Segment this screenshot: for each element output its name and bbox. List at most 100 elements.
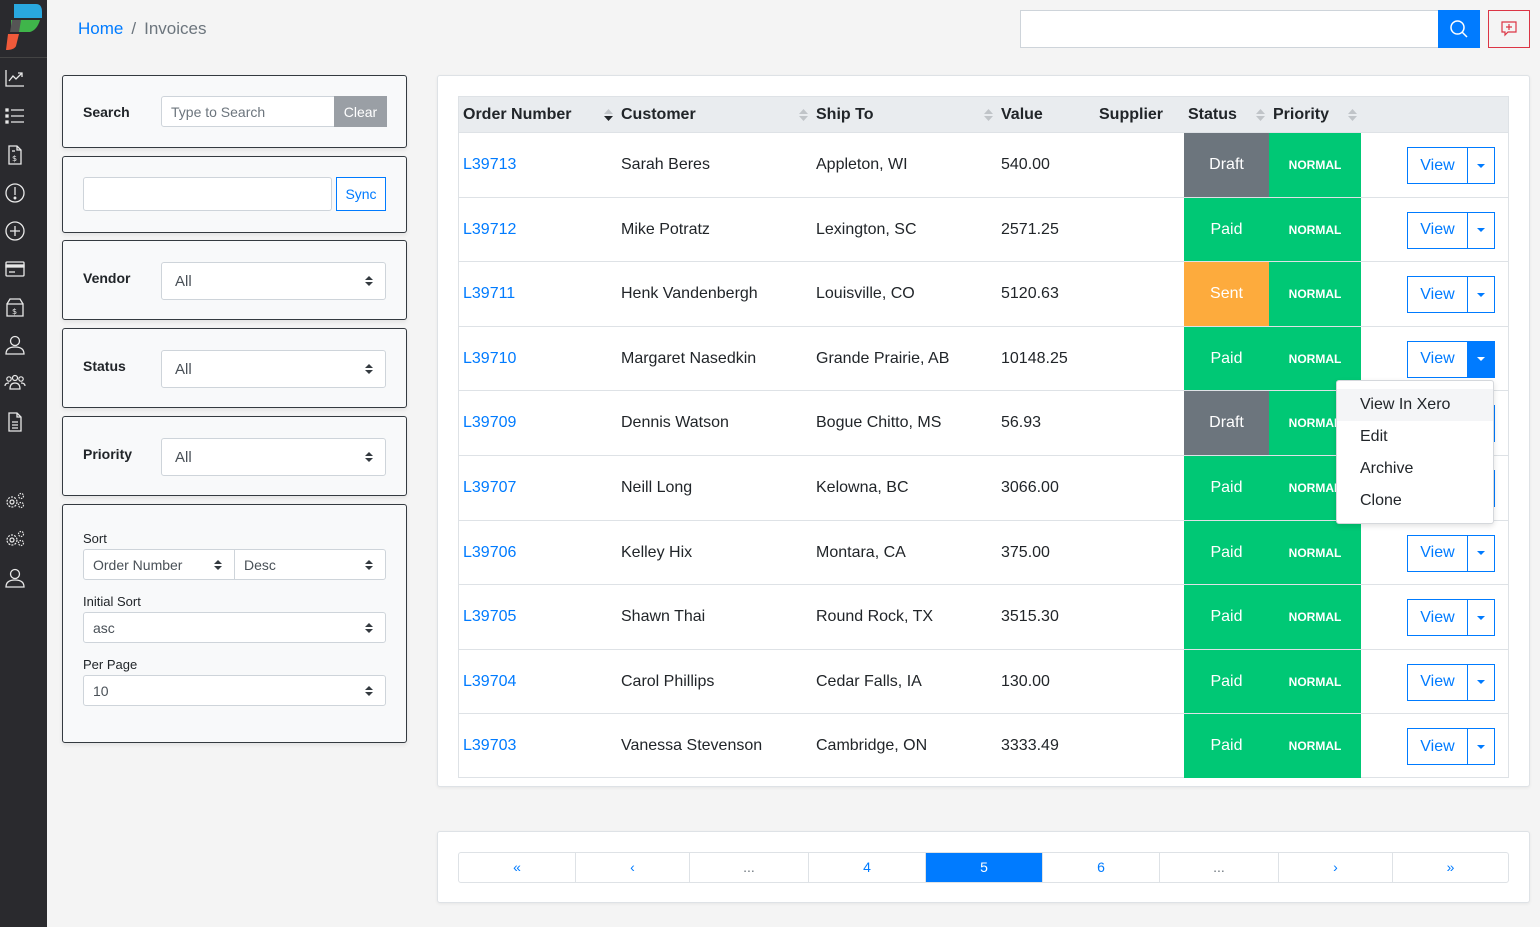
- app-logo[interactable]: [4, 4, 42, 50]
- column-header-supplier[interactable]: Supplier: [1099, 97, 1163, 132]
- initial-sort-select[interactable]: asc: [83, 612, 386, 643]
- credit-card-icon[interactable]: [4, 258, 26, 280]
- column-header-customer[interactable]: Customer: [621, 97, 696, 132]
- view-button[interactable]: View: [1407, 534, 1468, 572]
- sync-input[interactable]: [83, 177, 332, 211]
- view-button[interactable]: View: [1407, 147, 1468, 184]
- order-number-link[interactable]: L39705: [463, 585, 516, 649]
- priority-badge: NORMAL: [1269, 520, 1361, 585]
- svg-text:$: $: [12, 307, 17, 316]
- table-row: L39705 Shawn Thai Round Rock, TX 3515.30 Pai…: [459, 584, 1508, 650]
- ship-to-cell: Montara, CA: [816, 543, 906, 561]
- view-dropdown-toggle[interactable]: [1467, 147, 1495, 184]
- row-actions-dropdown: View In Xero Edit Archive Clone: [1336, 380, 1494, 524]
- menu-item-edit[interactable]: Edit: [1337, 421, 1493, 453]
- page-first[interactable]: «: [459, 853, 576, 882]
- gears-icon[interactable]: [4, 528, 26, 550]
- box-dollar-icon[interactable]: $: [4, 296, 26, 318]
- per-page-select[interactable]: 10: [83, 675, 386, 706]
- sort-icon[interactable]: [799, 108, 808, 122]
- view-dropdown-toggle[interactable]: [1467, 534, 1495, 572]
- order-number-link[interactable]: L39711: [463, 262, 515, 326]
- menu-item-clone[interactable]: Clone: [1337, 485, 1493, 517]
- view-dropdown-toggle[interactable]: [1467, 340, 1495, 378]
- view-dropdown-toggle[interactable]: [1467, 276, 1495, 314]
- page-6[interactable]: 6: [1043, 853, 1160, 882]
- feedback-button[interactable]: [1488, 10, 1530, 48]
- priority-select[interactable]: All: [161, 438, 386, 476]
- page-5-current[interactable]: 5: [926, 853, 1043, 882]
- view-button[interactable]: View: [1407, 728, 1468, 766]
- sync-button[interactable]: Sync: [336, 177, 386, 211]
- view-button-group: View: [1407, 211, 1495, 249]
- sort-desc-icon[interactable]: [604, 108, 613, 122]
- order-number-link[interactable]: L39713: [463, 133, 516, 197]
- sort-icon[interactable]: [984, 108, 993, 122]
- view-dropdown-toggle[interactable]: [1467, 728, 1495, 766]
- list-icon[interactable]: [4, 105, 26, 127]
- select-caret-icon: [214, 559, 222, 570]
- breadcrumb-home-link[interactable]: Home: [78, 19, 123, 38]
- view-button[interactable]: View: [1407, 211, 1468, 249]
- view-dropdown-toggle[interactable]: [1467, 599, 1495, 637]
- menu-item-archive[interactable]: Archive: [1337, 453, 1493, 485]
- value-cell: 3515.30: [1001, 608, 1059, 626]
- column-header-order-number[interactable]: Order Number: [463, 97, 571, 132]
- breadcrumb: Home / Invoices: [78, 19, 206, 39]
- column-header-value[interactable]: Value: [1001, 97, 1043, 132]
- plus-circle-icon[interactable]: [4, 220, 26, 242]
- customer-cell: Kelley Hix: [621, 543, 693, 561]
- page-next[interactable]: ›: [1279, 853, 1393, 882]
- sort-icon[interactable]: [1256, 108, 1265, 122]
- sort-direction-select[interactable]: Desc: [234, 549, 386, 580]
- value-cell: 375.00: [1001, 543, 1050, 561]
- order-number-link[interactable]: L39710: [463, 327, 516, 391]
- sort-field-select[interactable]: Order Number: [83, 549, 235, 580]
- order-number-link[interactable]: L39704: [463, 650, 516, 714]
- order-number-link[interactable]: L39712: [463, 198, 516, 262]
- document-icon[interactable]: [4, 411, 26, 433]
- value-cell: 10148.25: [1001, 349, 1068, 367]
- order-number-link[interactable]: L39706: [463, 521, 516, 585]
- column-header-status[interactable]: Status: [1188, 97, 1237, 132]
- select-caret-icon: [365, 364, 373, 374]
- view-button-group: View: [1407, 728, 1495, 766]
- search-input[interactable]: Type to Search: [161, 96, 335, 127]
- view-dropdown-toggle[interactable]: [1467, 211, 1495, 249]
- ship-to-cell: Louisville, CO: [816, 285, 915, 303]
- order-number-link[interactable]: L39703: [463, 714, 516, 778]
- global-search-input[interactable]: [1020, 10, 1438, 48]
- vendor-select[interactable]: All: [161, 262, 386, 300]
- gears-icon[interactable]: [4, 490, 26, 512]
- view-button[interactable]: View: [1407, 276, 1468, 314]
- global-search-button[interactable]: [1438, 10, 1480, 48]
- vendor-label: Vendor: [83, 270, 131, 286]
- invoice-dollar-icon[interactable]: $: [4, 144, 26, 166]
- order-number-link[interactable]: L39709: [463, 391, 516, 455]
- status-select[interactable]: All: [161, 350, 386, 388]
- column-header-priority[interactable]: Priority: [1273, 97, 1329, 132]
- users-icon[interactable]: [4, 372, 26, 394]
- page-prev[interactable]: ‹: [576, 853, 690, 882]
- sort-icon[interactable]: [1348, 108, 1357, 122]
- view-button[interactable]: View: [1407, 340, 1468, 378]
- select-caret-icon: [365, 276, 373, 286]
- column-header-ship-to[interactable]: Ship To: [816, 97, 873, 132]
- order-number-link[interactable]: L39707: [463, 456, 516, 520]
- menu-item-view-in-xero[interactable]: View In Xero: [1337, 389, 1493, 421]
- view-button[interactable]: View: [1407, 599, 1468, 637]
- priority-select-value: All: [175, 448, 192, 466]
- customer-cell: Shawn Thai: [621, 608, 706, 626]
- status-badge: Paid: [1184, 649, 1269, 714]
- view-dropdown-toggle[interactable]: [1467, 663, 1495, 701]
- chart-line-icon[interactable]: [4, 67, 26, 89]
- page-last[interactable]: »: [1393, 853, 1508, 882]
- view-button[interactable]: View: [1407, 663, 1468, 701]
- customer-cell: Carol Phillips: [621, 672, 715, 690]
- exclamation-circle-icon[interactable]: [4, 182, 26, 204]
- clear-button[interactable]: Clear: [334, 96, 387, 127]
- page-4[interactable]: 4: [809, 853, 926, 882]
- search-panel: Search Type to Search Clear: [62, 75, 407, 148]
- user-icon[interactable]: [4, 334, 26, 356]
- user-icon[interactable]: [4, 567, 26, 589]
